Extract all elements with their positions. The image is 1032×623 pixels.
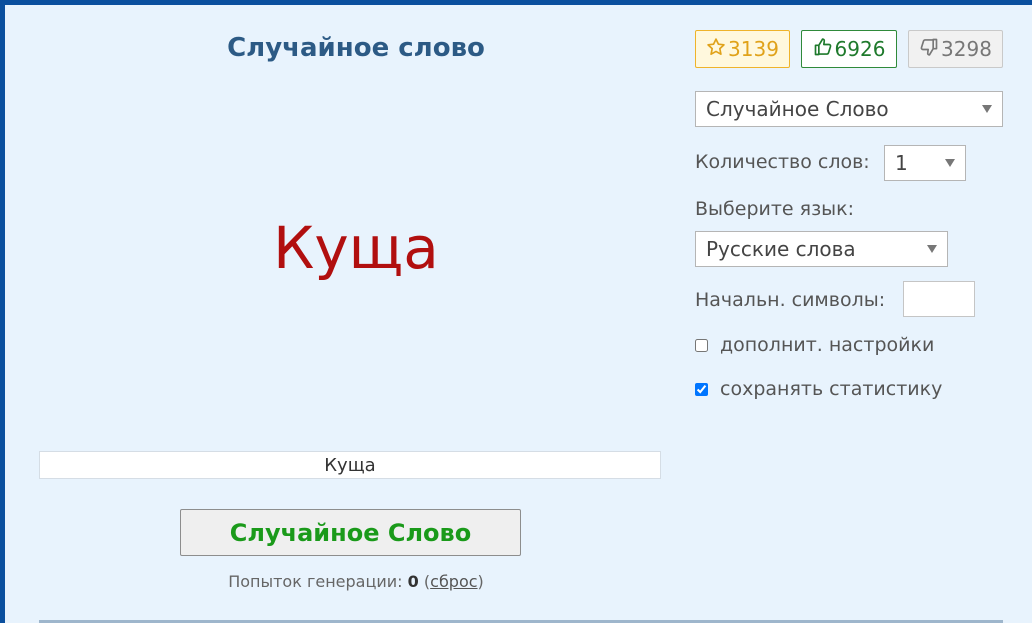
save-stats-option[interactable]: сохранять статистику [695,378,942,400]
generation-attempts: Попыток генерации: 0 (сброс) [45,572,667,591]
language-select[interactable]: Русские слова [695,231,948,267]
caret-down-icon [982,105,992,113]
generated-word: Куща [273,214,439,282]
app-frame: Случайное слово Куща Случайное Слово Поп… [5,5,1032,623]
word-count-value: 1 [895,151,908,175]
advanced-settings-label: дополнит. настройки [720,334,935,356]
generate-button[interactable]: Случайное Слово [180,509,521,556]
reset-close-paren: ) [477,572,484,591]
star-outline-icon [706,37,728,62]
advanced-settings-checkbox[interactable] [695,338,708,352]
start-symbols-input[interactable] [903,281,975,317]
thumbs-down-icon [919,37,941,62]
start-symbols-label: Начальн. символы: [695,289,886,311]
generator-mode-select[interactable]: Случайное Слово [695,91,1003,127]
dislikes-count: 3298 [941,37,992,61]
attempts-label: Попыток генерации: [228,572,403,591]
reset-link[interactable]: сброс [430,572,477,591]
advanced-settings-option[interactable]: дополнит. настройки [695,334,934,356]
word-count-label: Количество слов: [695,151,870,173]
generator-mode-value: Случайное Слово [706,97,889,121]
favorites-button[interactable]: 3139 [695,30,790,68]
caret-down-icon [927,245,937,253]
word-count-select[interactable]: 1 [884,145,966,181]
caret-down-icon [945,159,955,167]
thumbs-up-icon [813,37,835,62]
attempts-count: 0 [407,572,419,591]
language-label: Выберите язык: [695,198,855,220]
likes-count: 6926 [834,37,886,61]
page-title: Случайное слово [227,33,485,63]
favorites-count: 3139 [728,37,779,61]
language-value: Русские слова [706,237,856,261]
word-output-field[interactable] [39,451,661,479]
dislike-button[interactable]: 3298 [908,30,1003,68]
save-stats-checkbox[interactable] [695,382,708,396]
like-button[interactable]: 6926 [801,30,897,68]
save-stats-label: сохранять статистику [720,378,943,400]
